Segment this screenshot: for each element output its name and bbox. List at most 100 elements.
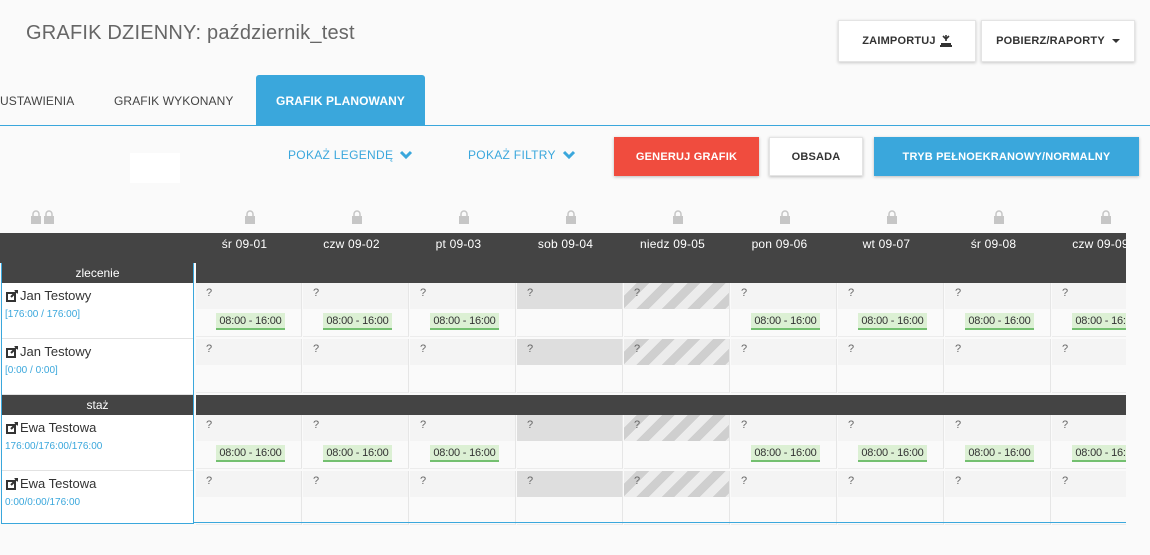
lock-day-icon[interactable] [458, 210, 470, 224]
shift-cell[interactable] [945, 365, 1051, 393]
lock-day-icon[interactable] [244, 210, 256, 224]
availability-cell[interactable]: ? [517, 283, 623, 309]
employee-name-link[interactable]: Jan Testowy [6, 288, 91, 303]
tab-settings[interactable]: USTAWIENIA [0, 75, 74, 126]
availability-cell[interactable]: ? [945, 415, 1051, 441]
day-header-label[interactable]: śr 09-08 [940, 237, 1047, 251]
availability-cell[interactable]: ? [945, 283, 1051, 309]
shift-badge[interactable]: 08:00 - 16:00 [965, 445, 1034, 462]
shift-cell[interactable] [731, 497, 837, 525]
availability-cell[interactable]: ? [410, 415, 516, 441]
employee-name-link[interactable]: Jan Testowy [6, 344, 91, 359]
availability-cell[interactable]: ? [1052, 471, 1126, 497]
shift-badge[interactable]: 08:00 - 16:00 [323, 445, 392, 462]
shift-badge[interactable]: 08:00 - 16:00 [216, 445, 285, 462]
reports-dropdown-button[interactable]: POBIERZ/RAPORTY [981, 20, 1135, 62]
shift-cell[interactable] [196, 365, 302, 393]
availability-cell[interactable]: ? [624, 471, 730, 497]
fullscreen-toggle-button[interactable]: TRYB PEŁNOEKRANOWY/NORMALNY [874, 137, 1139, 176]
shift-badge[interactable]: 08:00 - 16:00 [430, 445, 499, 462]
availability-cell[interactable]: ? [624, 283, 730, 309]
availability-cell[interactable]: ? [410, 339, 516, 365]
availability-cell[interactable]: ? [303, 471, 409, 497]
day-header-label[interactable]: sob 09-04 [512, 237, 619, 251]
availability-cell[interactable]: ? [731, 415, 837, 441]
shift-cell[interactable] [624, 365, 730, 393]
lock-day-icon[interactable] [993, 210, 1005, 224]
shift-badge[interactable]: 08:00 - 16:00 [751, 313, 820, 330]
availability-cell[interactable]: ? [517, 471, 623, 497]
shift-cell[interactable] [303, 497, 409, 525]
availability-cell[interactable]: ? [624, 339, 730, 365]
availability-cell[interactable]: ? [838, 283, 944, 309]
shift-cell[interactable] [303, 365, 409, 393]
tab-schedule-done[interactable]: GRAFIK WYKONANY [114, 75, 234, 126]
shift-cell[interactable]: 08:00 - 16:00 [1052, 441, 1126, 469]
availability-cell[interactable]: ? [945, 339, 1051, 365]
employee-name-link[interactable]: Ewa Testowa [6, 476, 96, 491]
lock-day-icon[interactable] [672, 210, 684, 224]
day-header-label[interactable]: czw 09-09 [1047, 237, 1126, 251]
availability-cell[interactable]: ? [410, 283, 516, 309]
shift-cell[interactable]: 08:00 - 16:00 [303, 441, 409, 469]
show-filters-toggle[interactable]: POKAŻ FILTRY [468, 148, 576, 162]
shift-cell[interactable]: 08:00 - 16:00 [731, 441, 837, 469]
shift-cell[interactable] [517, 365, 623, 393]
availability-cell[interactable]: ? [838, 339, 944, 365]
shift-cell[interactable] [838, 497, 944, 525]
availability-cell[interactable]: ? [196, 283, 302, 309]
shift-badge[interactable]: 08:00 - 16:00 [858, 445, 927, 462]
availability-cell[interactable]: ? [1052, 283, 1126, 309]
day-header-label[interactable]: pt 09-03 [405, 237, 512, 251]
shift-cell[interactable] [838, 365, 944, 393]
availability-cell[interactable]: ? [731, 283, 837, 309]
shift-cell[interactable]: 08:00 - 16:00 [410, 309, 516, 337]
shift-badge[interactable]: 08:00 - 16:00 [1072, 313, 1126, 330]
availability-cell[interactable]: ? [303, 339, 409, 365]
shift-cell[interactable]: 08:00 - 16:00 [1052, 309, 1126, 337]
shift-cell[interactable] [410, 365, 516, 393]
shift-cell[interactable]: 08:00 - 16:00 [945, 309, 1051, 337]
day-header-label[interactable]: wt 09-07 [833, 237, 940, 251]
availability-cell[interactable]: ? [838, 471, 944, 497]
shift-cell[interactable] [517, 497, 623, 525]
staffing-button[interactable]: OBSADA [769, 137, 863, 176]
availability-cell[interactable]: ? [1052, 415, 1126, 441]
shift-cell[interactable]: 08:00 - 16:00 [838, 309, 944, 337]
shift-cell[interactable]: 08:00 - 16:00 [838, 441, 944, 469]
availability-cell[interactable]: ? [517, 339, 623, 365]
lock-day-icon[interactable] [565, 210, 577, 224]
availability-cell[interactable]: ? [624, 415, 730, 441]
shift-cell[interactable]: 08:00 - 16:00 [410, 441, 516, 469]
shift-badge[interactable]: 08:00 - 16:00 [965, 313, 1034, 330]
shift-cell[interactable] [517, 309, 623, 337]
availability-cell[interactable]: ? [731, 471, 837, 497]
shift-badge[interactable]: 08:00 - 16:00 [858, 313, 927, 330]
availability-cell[interactable]: ? [517, 415, 623, 441]
availability-cell[interactable]: ? [731, 339, 837, 365]
shift-cell[interactable] [517, 441, 623, 469]
shift-cell[interactable]: 08:00 - 16:00 [196, 309, 302, 337]
availability-cell[interactable]: ? [838, 415, 944, 441]
shift-cell[interactable] [410, 497, 516, 525]
shift-cell[interactable] [624, 309, 730, 337]
shift-badge[interactable]: 08:00 - 16:00 [1072, 445, 1126, 462]
tab-schedule-planned[interactable]: GRAFIK PLANOWANY [256, 75, 425, 126]
shift-cell[interactable]: 08:00 - 16:00 [945, 441, 1051, 469]
availability-cell[interactable]: ? [410, 471, 516, 497]
lock-day-icon[interactable] [779, 210, 791, 224]
generate-schedule-button[interactable]: GENERUJ GRAFIK [614, 137, 759, 176]
shift-badge[interactable]: 08:00 - 16:00 [323, 313, 392, 330]
import-button[interactable]: ZAIMPORTUJ [838, 20, 976, 62]
day-header-label[interactable]: śr 09-01 [191, 237, 298, 251]
shift-cell[interactable] [731, 365, 837, 393]
lock-day-icon[interactable] [1100, 210, 1112, 224]
availability-cell[interactable]: ? [303, 283, 409, 309]
employee-name-link[interactable]: Ewa Testowa [6, 420, 96, 435]
shift-badge[interactable]: 08:00 - 16:00 [430, 313, 499, 330]
shift-cell[interactable] [196, 497, 302, 525]
availability-cell[interactable]: ? [1052, 339, 1126, 365]
availability-cell[interactable]: ? [196, 415, 302, 441]
day-header-label[interactable]: czw 09-02 [298, 237, 405, 251]
lock-all-icon[interactable] [30, 210, 56, 224]
